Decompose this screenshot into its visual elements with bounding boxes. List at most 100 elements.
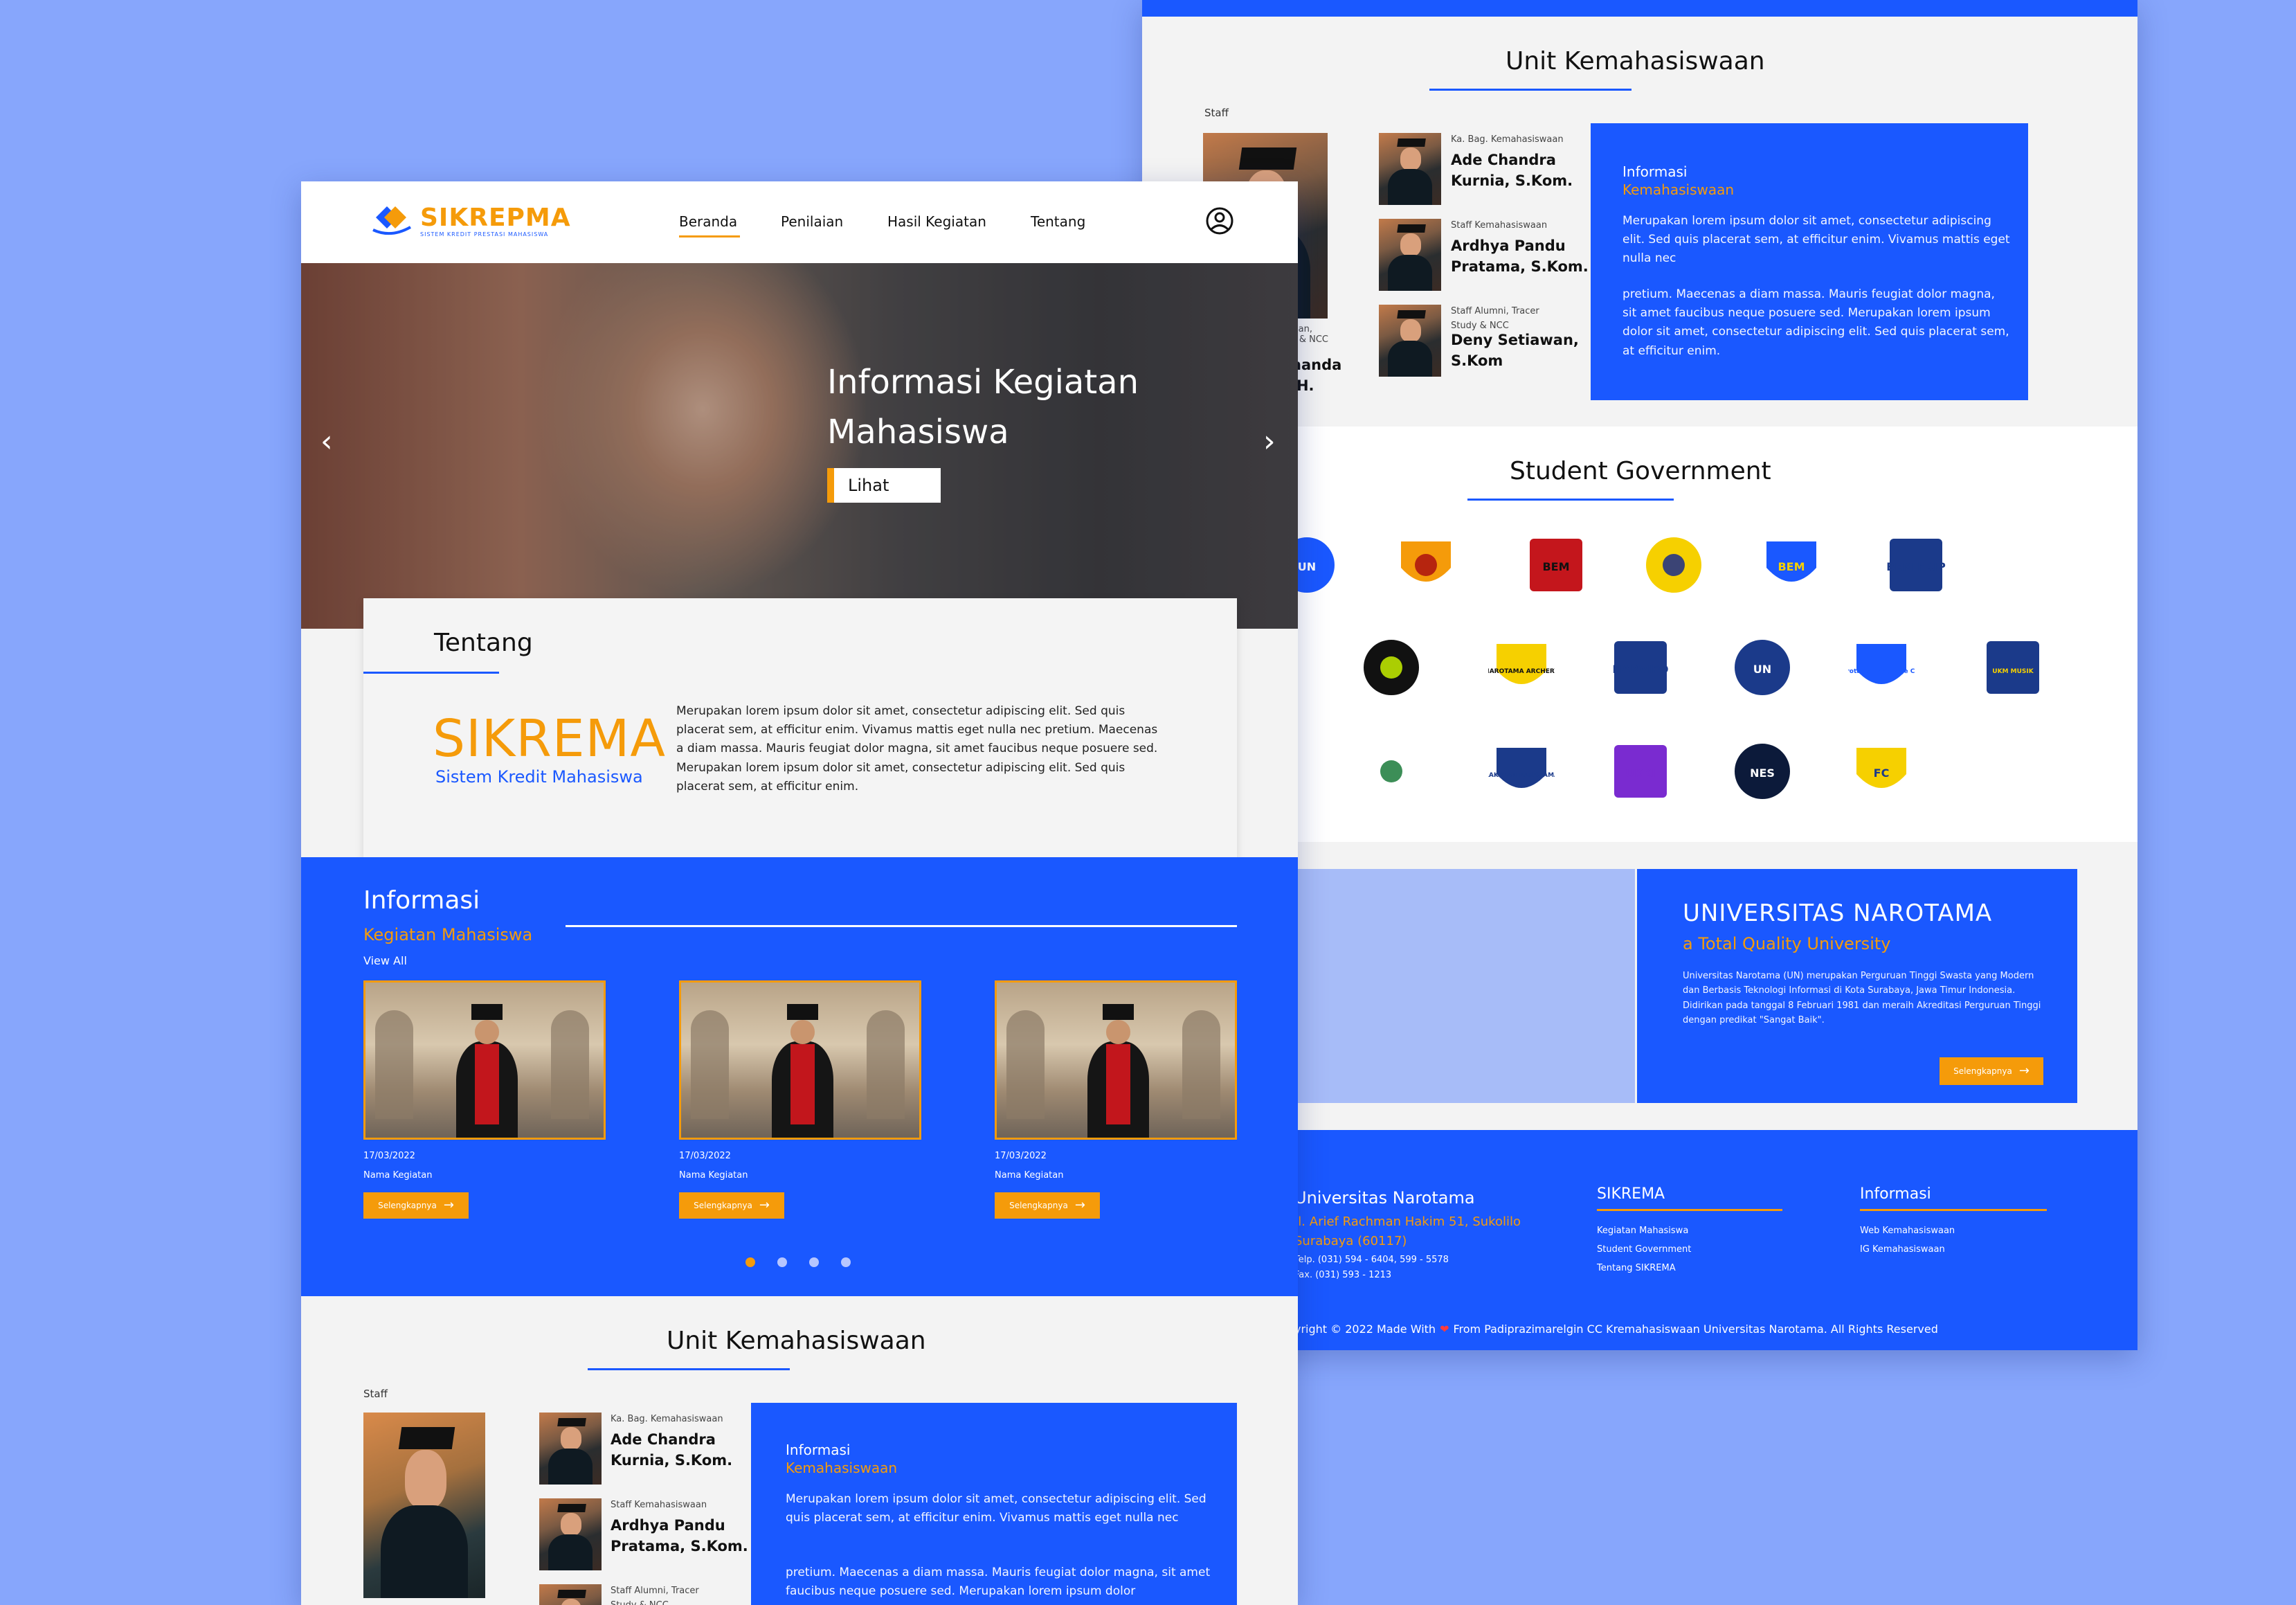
- carousel-prev-icon[interactable]: ‹: [320, 424, 333, 459]
- hero-title: Informasi Kegiatan Mahasiswa: [827, 357, 1139, 457]
- card-more-button[interactable]: Selengkapnya →: [679, 1192, 784, 1219]
- card-name: Nama Kegiatan: [995, 1170, 1064, 1181]
- staff-photo: [1379, 305, 1441, 377]
- dancer-emblem-icon[interactable]: [1358, 634, 1425, 701]
- univ-more-button[interactable]: Selengkapnya →: [1940, 1057, 2043, 1085]
- card-more-button[interactable]: Selengkapnya →: [995, 1192, 1100, 1219]
- informasi-divider: [566, 925, 1237, 927]
- esport-badge-icon[interactable]: NES: [1729, 738, 1796, 805]
- footer-link[interactable]: Web Kemahasiswaan: [1860, 1221, 1955, 1240]
- arrow-right-icon: →: [443, 1198, 454, 1212]
- card-image[interactable]: [995, 980, 1237, 1140]
- hero-lihat-button[interactable]: Lihat: [827, 468, 941, 503]
- univ-title: UNIVERSITAS NAROTAMA: [1683, 899, 1993, 927]
- view-all-link[interactable]: View All: [363, 954, 407, 967]
- ukm-seal-icon[interactable]: UN: [1729, 634, 1796, 701]
- footer-link[interactable]: Tentang SIKREMA: [1597, 1259, 1691, 1277]
- svg-text:BEM: BEM: [1542, 560, 1569, 573]
- card-more-label: Selengkapnya: [378, 1201, 437, 1210]
- gear-emblem-icon[interactable]: [1640, 532, 1707, 598]
- brand-tagline: SISTEM KREDIT PRESTASI MAHASISWA: [420, 231, 549, 237]
- carousel-next-icon[interactable]: ›: [1263, 424, 1276, 459]
- user-account-icon[interactable]: [1205, 206, 1234, 235]
- narvifo-logo-icon[interactable]: NARVIFO: [1607, 634, 1674, 701]
- front-page-window: SIKREPMA SISTEM KREDIT PRESTASI MAHASISW…: [301, 181, 1298, 1605]
- info-paragraph-1: Merupakan lorem ipsum dolor sit amet, co…: [1622, 214, 2010, 266]
- front-info-paragraph-1: Merupakan lorem ipsum dolor sit amet, co…: [786, 1492, 1206, 1525]
- hero-title-line-1: Informasi Kegiatan: [827, 363, 1139, 402]
- card-more-button[interactable]: Selengkapnya →: [363, 1192, 469, 1219]
- ukki-logo-icon[interactable]: UKKI: [1607, 738, 1674, 805]
- nav-tentang[interactable]: Tentang: [1031, 213, 1085, 230]
- nav-beranda[interactable]: Beranda: [679, 213, 737, 230]
- bem-fkip-icon[interactable]: BEM FKIP: [1883, 532, 1949, 598]
- staff-photo: [1379, 219, 1441, 291]
- copyright-post: From Padiprazimarelgin CC Kremahasiswaan…: [1453, 1322, 1938, 1336]
- footer-link[interactable]: Kegiatan Mahasiswa: [1597, 1221, 1691, 1240]
- card-image[interactable]: [363, 980, 606, 1140]
- staff-role: Staff Alumni, Tracer Study & NCC: [611, 1586, 699, 1605]
- music-seal-icon[interactable]: UKM MUSIK: [1980, 634, 2046, 701]
- card-image[interactable]: [679, 980, 921, 1140]
- staff-name: Ade Chandra Kurnia, S.Kom.: [1451, 152, 1573, 190]
- brand-name: SIKREPMA: [420, 204, 571, 232]
- svg-text:BEM FKIP: BEM FKIP: [1886, 560, 1946, 573]
- svg-text:BEM: BEM: [1778, 560, 1805, 573]
- staff-role: Staff Kemahasiswaan: [611, 1500, 707, 1510]
- svg-text:UKM MUSIK: UKM MUSIK: [1992, 668, 2034, 675]
- footer-info-title: Informasi: [1860, 1185, 1931, 1203]
- heart-icon: ❤: [1440, 1322, 1449, 1336]
- pagination-dot[interactable]: [809, 1257, 819, 1267]
- staff-photo: [1379, 133, 1441, 205]
- bem-ilkom-icon[interactable]: BEM: [1758, 532, 1825, 598]
- front-info-sub: Kemahasiswaan: [786, 1460, 898, 1476]
- staff-name: Deny Setiawan, S.Kom: [1451, 332, 1579, 370]
- about-underline: [363, 672, 499, 674]
- footer-address-1: Jl. Arief Rachman Hakim 51, Sukolilo: [1294, 1214, 1521, 1229]
- football-club-icon[interactable]: FC: [1848, 738, 1915, 805]
- svg-text:RAKRYAN NAROTAMA: RAKRYAN NAROTAMA: [1488, 772, 1555, 779]
- pagination-dot[interactable]: [841, 1257, 851, 1267]
- bem-mask-icon[interactable]: BEM: [1523, 532, 1589, 598]
- univ-more-label: Selengkapnya: [1953, 1066, 2012, 1076]
- hero-banner: ‹ › Informasi Kegiatan Mahasiswa Lihat: [301, 263, 1298, 629]
- unit-title-underline: [1429, 89, 1631, 91]
- informasi-sub: Kegiatan Mahasiswa: [363, 925, 533, 944]
- footer-info-underline: [1860, 1209, 2047, 1211]
- svg-text:UN: UN: [1753, 663, 1771, 676]
- univ-description: Universitas Narotama (UN) merupakan Perg…: [1683, 971, 2041, 1026]
- svg-text:UKKI: UKKI: [1625, 766, 1656, 780]
- staff-photo: [539, 1413, 602, 1485]
- arrow-right-icon: →: [2018, 1064, 2030, 1078]
- info-title: Informasi: [1622, 163, 1688, 180]
- sikrepma-logo-icon[interactable]: [370, 202, 412, 237]
- footer-link[interactable]: IG Kemahasiswaan: [1860, 1240, 1955, 1259]
- unit-title: Unit Kemahasiswaan: [1506, 47, 1765, 75]
- informasi-section: Informasi Kegiatan Mahasiswa View All 17…: [301, 857, 1298, 1296]
- footer-sikrema-underline: [1597, 1209, 1782, 1211]
- univ-box: UNIVERSITAS NAROTAMA a Total Quality Uni…: [1637, 869, 2077, 1103]
- footer-link[interactable]: Student Government: [1597, 1240, 1691, 1259]
- nav-hasil-kegiatan[interactable]: Hasil Kegiatan: [887, 213, 986, 230]
- arrow-right-icon: →: [1074, 1198, 1085, 1212]
- card-name: Nama Kegiatan: [363, 1170, 433, 1181]
- archery-shield-icon[interactable]: NAROTAMA ARCHERY: [1484, 634, 1559, 701]
- front-unit-underline: [588, 1368, 790, 1370]
- nav-active-indicator: [679, 235, 740, 237]
- shield-emblem-icon[interactable]: [1393, 532, 1459, 598]
- nav-penilaian[interactable]: Penilaian: [781, 213, 843, 230]
- hero-overlay: [301, 263, 1298, 629]
- footer-univ-title: Universitas Narotama: [1294, 1188, 1475, 1208]
- card-date: 17/03/2022: [995, 1151, 1047, 1161]
- pagination-dot[interactable]: [745, 1257, 755, 1267]
- staff-role: Ka. Bag. Kemahasiswaan: [611, 1414, 723, 1424]
- language-club-icon[interactable]: Narotama Language Club: [1837, 634, 1926, 701]
- card-name: Nama Kegiatan: [679, 1170, 748, 1181]
- choir-seal-icon[interactable]: [1358, 738, 1425, 805]
- univ-subtitle: a Total Quality University: [1683, 934, 1891, 953]
- pen-emblem-icon[interactable]: RAKRYAN NAROTAMA: [1484, 738, 1559, 805]
- pagination-dot[interactable]: [777, 1257, 787, 1267]
- staff-name: Ardhya Pandu Pratama, S.Kom.: [1451, 237, 1589, 276]
- svg-text:NAROTAMA ARCHERY: NAROTAMA ARCHERY: [1488, 668, 1555, 675]
- informasi-title: Informasi: [363, 886, 480, 915]
